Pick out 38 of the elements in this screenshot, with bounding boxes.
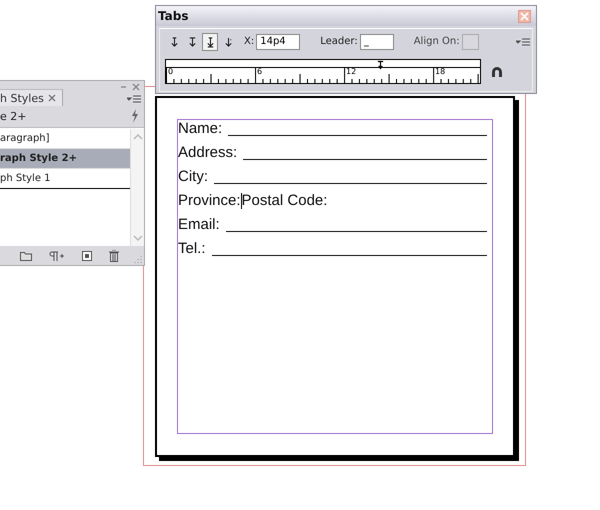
form-label: Address:	[178, 144, 238, 162]
arrow-icon	[206, 36, 214, 48]
ruler-label: 6	[257, 67, 262, 76]
panel-title: Tabs	[158, 9, 188, 23]
ruler-label: 18	[435, 67, 446, 76]
current-style: e 2+	[0, 110, 26, 122]
field-label: Leader:	[320, 36, 358, 47]
tab-stop-icon[interactable]	[377, 60, 384, 70]
paragraph-icon[interactable]	[49, 251, 65, 261]
form-label: Province:	[178, 192, 241, 210]
trash-icon[interactable]	[109, 250, 119, 262]
arrow-icon	[170, 36, 178, 48]
resize-grip-icon[interactable]	[134, 255, 142, 263]
minimize-icon[interactable]	[121, 83, 141, 91]
form-label: Tel.:	[178, 240, 206, 258]
folder-icon[interactable]	[20, 252, 32, 260]
arrow-icon	[188, 36, 196, 48]
panel-menu-icon[interactable]	[516, 38, 530, 46]
panel-tab[interactable]: h Styles	[0, 89, 63, 106]
close-icon[interactable]	[48, 94, 56, 102]
lightning-icon[interactable]	[131, 109, 139, 123]
form-label: City:	[178, 168, 208, 186]
new-style-icon[interactable]	[82, 251, 92, 261]
magnet-icon[interactable]	[491, 66, 503, 78]
panel-menu-icon[interactable]	[127, 95, 141, 103]
style-item[interactable]: raph Style 2+	[0, 149, 130, 169]
form-label: Postal Code:	[242, 192, 328, 210]
field-label: Align On:	[414, 36, 460, 47]
form-label: Name:	[178, 120, 222, 138]
input-field[interactable]: 14p4	[256, 34, 300, 50]
form-label: Email:	[178, 216, 220, 234]
input-field[interactable]: _	[360, 34, 394, 50]
ruler-label: 0	[168, 67, 174, 76]
field-label: X:	[244, 36, 254, 47]
arrow-icon	[224, 36, 232, 48]
tab-alignment-button[interactable]	[202, 32, 218, 50]
tab-ruler[interactable]: 0 6 12 18	[165, 59, 481, 84]
ruler-label: 12	[346, 67, 356, 76]
